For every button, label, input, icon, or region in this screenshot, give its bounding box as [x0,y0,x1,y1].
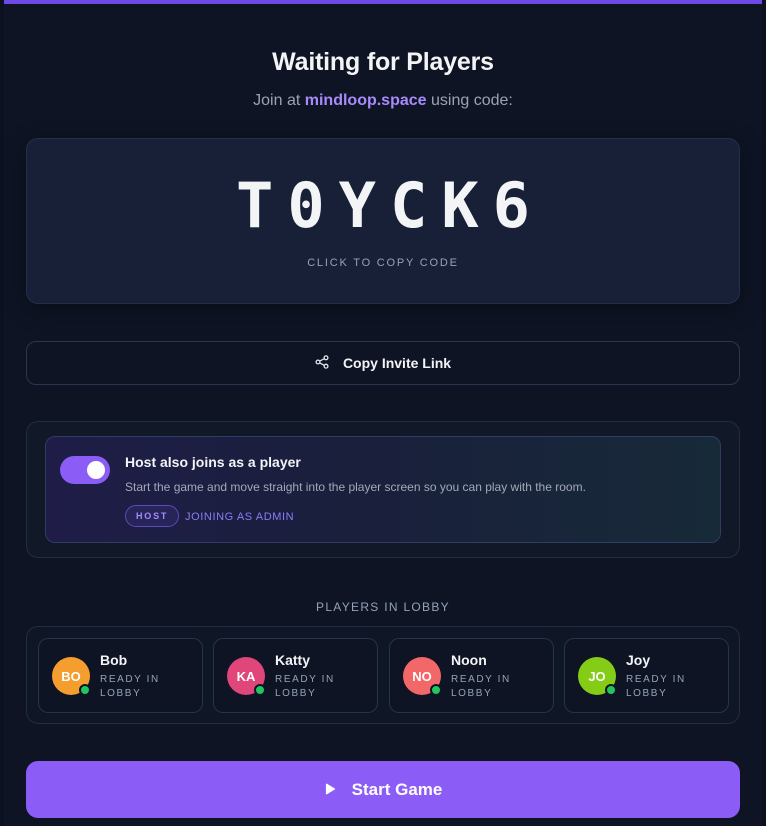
copy-code-hint: CLICK TO COPY CODE [307,257,459,269]
host-badge: HOST [125,505,180,527]
start-game-button[interactable]: Start Game [26,761,740,818]
player-name: Katty [275,652,311,668]
player-card: NO Noon READY IN LOBBY [389,638,554,713]
host-join-status: JOINING AS ADMIN [185,511,295,523]
online-status-dot [254,684,266,696]
room-code-card[interactable]: T0YCK6 CLICK TO COPY CODE [26,138,740,304]
join-instructions: Join at mindloop.space using code: [4,92,762,110]
player-status: READY IN LOBBY [275,674,335,699]
copy-invite-link-button[interactable]: Copy Invite Link [26,341,740,385]
host-joins-description: Start the game and move straight into th… [125,480,586,494]
player-name: Joy [626,652,651,668]
player-card: KA Katty READY IN LOBBY [213,638,378,713]
online-status-dot [79,684,91,696]
player-name: Bob [100,652,128,668]
player-card: JO Joy READY IN LOBBY [564,638,729,713]
room-code[interactable]: T0YCK6 [27,169,739,242]
player-name: Noon [451,652,487,668]
start-game-label: Start Game [351,779,443,799]
online-status-dot [605,684,617,696]
play-icon [324,780,336,800]
share-icon [315,354,329,372]
player-status: READY IN LOBBY [626,674,686,699]
lobby-screen: Waiting for Players Join at mindloop.spa… [4,0,762,826]
player-status: READY IN LOBBY [451,674,511,699]
page-title: Waiting for Players [272,48,494,76]
host-joins-toggle[interactable] [60,456,110,484]
online-status-dot [430,684,442,696]
host-joins-title: Host also joins as a player [125,454,301,470]
players-list: BO Bob READY IN LOBBY KA Katty READY IN … [26,626,740,724]
player-status: READY IN LOBBY [100,674,160,699]
join-domain[interactable]: mindloop.space [305,92,427,109]
join-prefix: Join at [253,92,301,109]
join-suffix: using code: [431,92,513,109]
toggle-knob [87,461,105,479]
copy-invite-link-label: Copy Invite Link [342,355,452,371]
host-settings-panel: Host also joins as a player Start the ga… [26,421,740,558]
players-lobby-heading: PLAYERS IN LOBBY [316,600,450,614]
player-card: BO Bob READY IN LOBBY [38,638,203,713]
host-joins-option: Host also joins as a player Start the ga… [45,436,721,543]
